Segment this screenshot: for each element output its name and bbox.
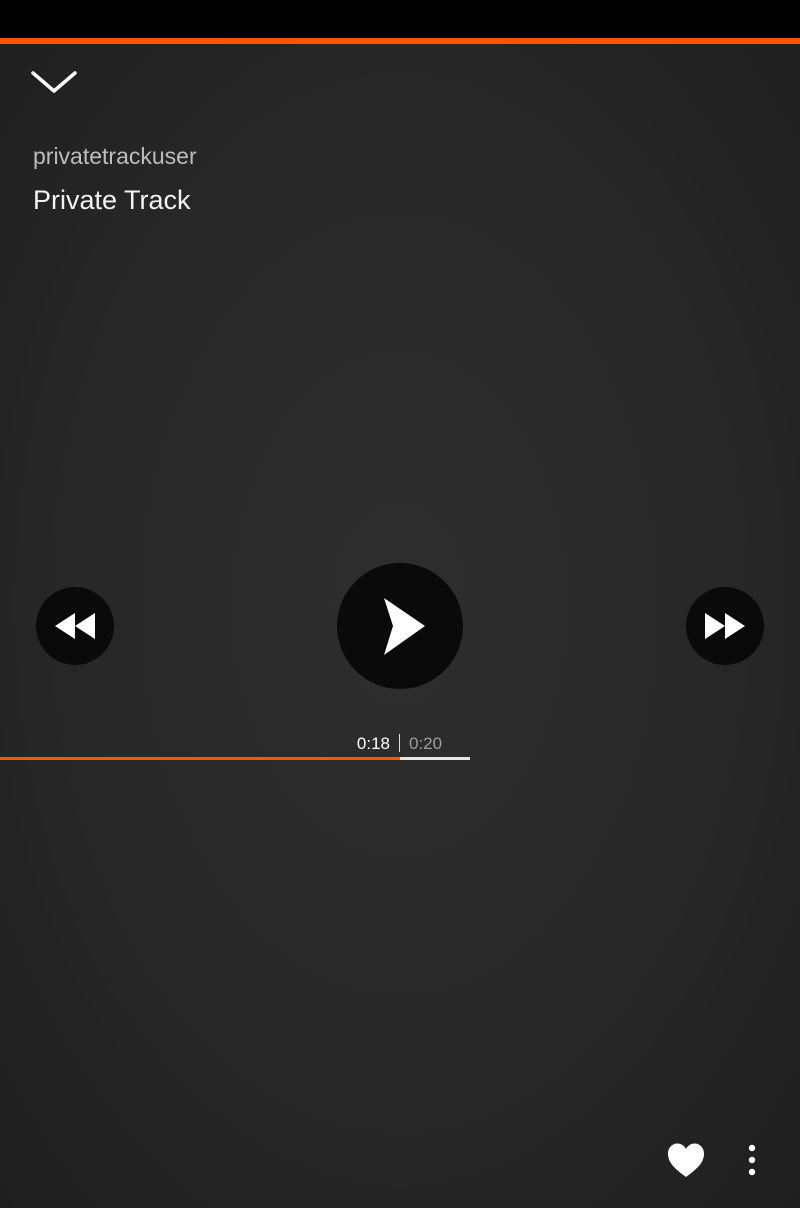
track-username[interactable]: privatetrackuser — [33, 143, 197, 170]
accent-line — [0, 38, 800, 44]
like-button[interactable] — [664, 1140, 708, 1180]
time-elapsed: 0:18 — [356, 734, 390, 753]
collapse-player-button[interactable] — [24, 60, 84, 104]
status-bar — [0, 0, 800, 38]
more-vertical-icon — [748, 1144, 756, 1176]
progress-bar[interactable] — [0, 757, 470, 760]
chevron-down-icon — [31, 71, 77, 93]
time-total: 0:20 — [409, 734, 443, 753]
fast-forward-button[interactable] — [686, 587, 764, 665]
play-button[interactable] — [337, 563, 463, 689]
track-title: Private Track — [33, 185, 191, 215]
play-icon — [384, 598, 425, 655]
time-divider — [399, 734, 400, 752]
progress-played — [0, 757, 400, 760]
heart-icon — [668, 1143, 704, 1177]
fast-forward-icon — [705, 613, 745, 639]
more-options-button[interactable] — [736, 1140, 768, 1180]
rewind-icon — [55, 613, 95, 639]
rewind-button[interactable] — [36, 587, 114, 665]
